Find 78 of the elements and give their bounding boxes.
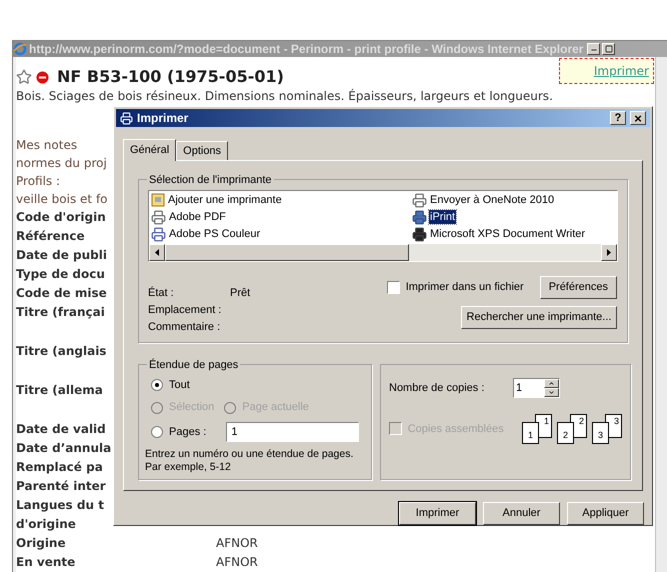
radio-button[interactable] <box>151 426 163 438</box>
printer-item[interactable]: Envoyer à OneNote 2010 <box>412 192 617 209</box>
printer-icon <box>120 112 133 124</box>
field-label: Code de mise <box>16 286 107 300</box>
info-label: Commentaire : <box>148 320 222 333</box>
field-value: AFNOR <box>216 555 258 569</box>
add-printer-icon <box>151 193 165 208</box>
printer-item[interactable]: Microsoft XPS Document Writer <box>412 226 617 243</box>
note-text: veille bois et fo <box>16 192 108 206</box>
printer-icon <box>151 210 166 225</box>
window-title: http://www.perinorm.com/?mode=document - Perinorm - print profile - Windows Internet Explorer <box>29 41 584 58</box>
printer-item[interactable]: Adobe PS Couleur <box>151 226 412 243</box>
document-subtitle: Bois. Sciages de bois résineux. Dimensions nominales. Épaisseurs, largeurs et longueurs. <box>16 89 554 104</box>
printer-item[interactable]: Ajouter une imprimante <box>151 192 412 209</box>
note-text: normes du proj <box>16 156 107 170</box>
note-text: Mes notes <box>16 138 78 152</box>
field-label: En vente <box>16 555 76 569</box>
no-entry-icon <box>36 70 49 84</box>
radio-label: Tout <box>169 378 190 393</box>
page-icon: 3 <box>592 422 609 444</box>
field-label: Titre (allema <box>16 383 103 397</box>
field-label: Remplacé pa <box>16 460 103 474</box>
group-title: Étendue de pages <box>147 356 240 373</box>
field-label: Type de docu <box>16 267 105 281</box>
printer-icon <box>412 192 427 208</box>
page-icon: 1 <box>522 422 539 444</box>
page-icon: 2 <box>556 422 574 444</box>
field-label: Référence <box>16 229 85 243</box>
field-label: Langues du t <box>16 498 104 512</box>
note-text: Profils : <box>16 174 60 188</box>
scroll-right-icon[interactable] <box>607 248 611 256</box>
dialog-title: Imprimer <box>137 110 190 127</box>
maximize-icon[interactable] <box>604 45 613 53</box>
radio-label: Pages : <box>169 424 206 440</box>
hint-text: Par exemple, 5-12 <box>145 460 232 474</box>
close-button[interactable]: × <box>630 111 646 125</box>
field-label: Parenté inter <box>16 479 106 493</box>
printer-icon <box>412 210 427 225</box>
field-label: Date d’annula <box>16 441 112 455</box>
tab[interactable]: Général <box>123 138 176 161</box>
dialog-button[interactable]: Annuler <box>483 502 560 525</box>
printer-icon <box>151 226 166 242</box>
info-value: Prêt <box>230 286 250 299</box>
field-label: Titre (anglais <box>16 344 106 358</box>
copies-spinner[interactable]: 1 <box>513 378 560 398</box>
printer-icon <box>412 226 427 242</box>
document-title: NF B53-100 (1975-05-01) <box>57 66 284 88</box>
field-label: Date de valid <box>16 422 106 436</box>
field-label: Date de publi <box>16 248 107 262</box>
preferences-button[interactable]: Préférences <box>540 276 617 299</box>
field-value: AFNOR <box>216 536 258 550</box>
horizontal-scrollbar[interactable] <box>149 244 617 261</box>
printer-item[interactable]: Adobe PDF <box>151 208 412 226</box>
info-label: Emplacement : <box>148 302 222 316</box>
maximize-button[interactable] <box>602 43 616 55</box>
dialog-button[interactable]: Appliquer <box>567 502 644 525</box>
printer-item[interactable]: iPrint <box>412 208 617 226</box>
field-label: Titre (françai <box>16 305 105 319</box>
hint-text: Entrez un numéro ou une étendue de pages. <box>145 448 354 461</box>
star-icon[interactable] <box>16 69 32 85</box>
copies-label: Nombre de copies : <box>389 380 486 396</box>
group-title: Sélection de l'imprimante <box>147 172 274 188</box>
find-printer-button[interactable]: Rechercher une imprimante... <box>461 306 617 329</box>
radio-button[interactable] <box>151 379 163 392</box>
dialog-button[interactable]: Imprimer <box>399 502 476 525</box>
scroll-left-icon[interactable] <box>155 248 159 256</box>
field-label: Origine <box>16 536 66 550</box>
tab[interactable]: Options <box>176 140 228 160</box>
browser-logo-icon <box>13 42 27 56</box>
field-label: d'origine <box>16 517 76 531</box>
field-label: Code d'origin <box>16 210 106 224</box>
minimize-button[interactable] <box>587 43 600 55</box>
checkbox-label: Imprimer dans un fichier <box>406 280 524 296</box>
info-label: État : <box>148 286 175 299</box>
checkbox[interactable] <box>386 280 400 294</box>
help-button[interactable]: ? <box>610 111 626 125</box>
pages-input[interactable]: 1 <box>226 422 359 442</box>
scrollbar[interactable] <box>655 57 667 572</box>
